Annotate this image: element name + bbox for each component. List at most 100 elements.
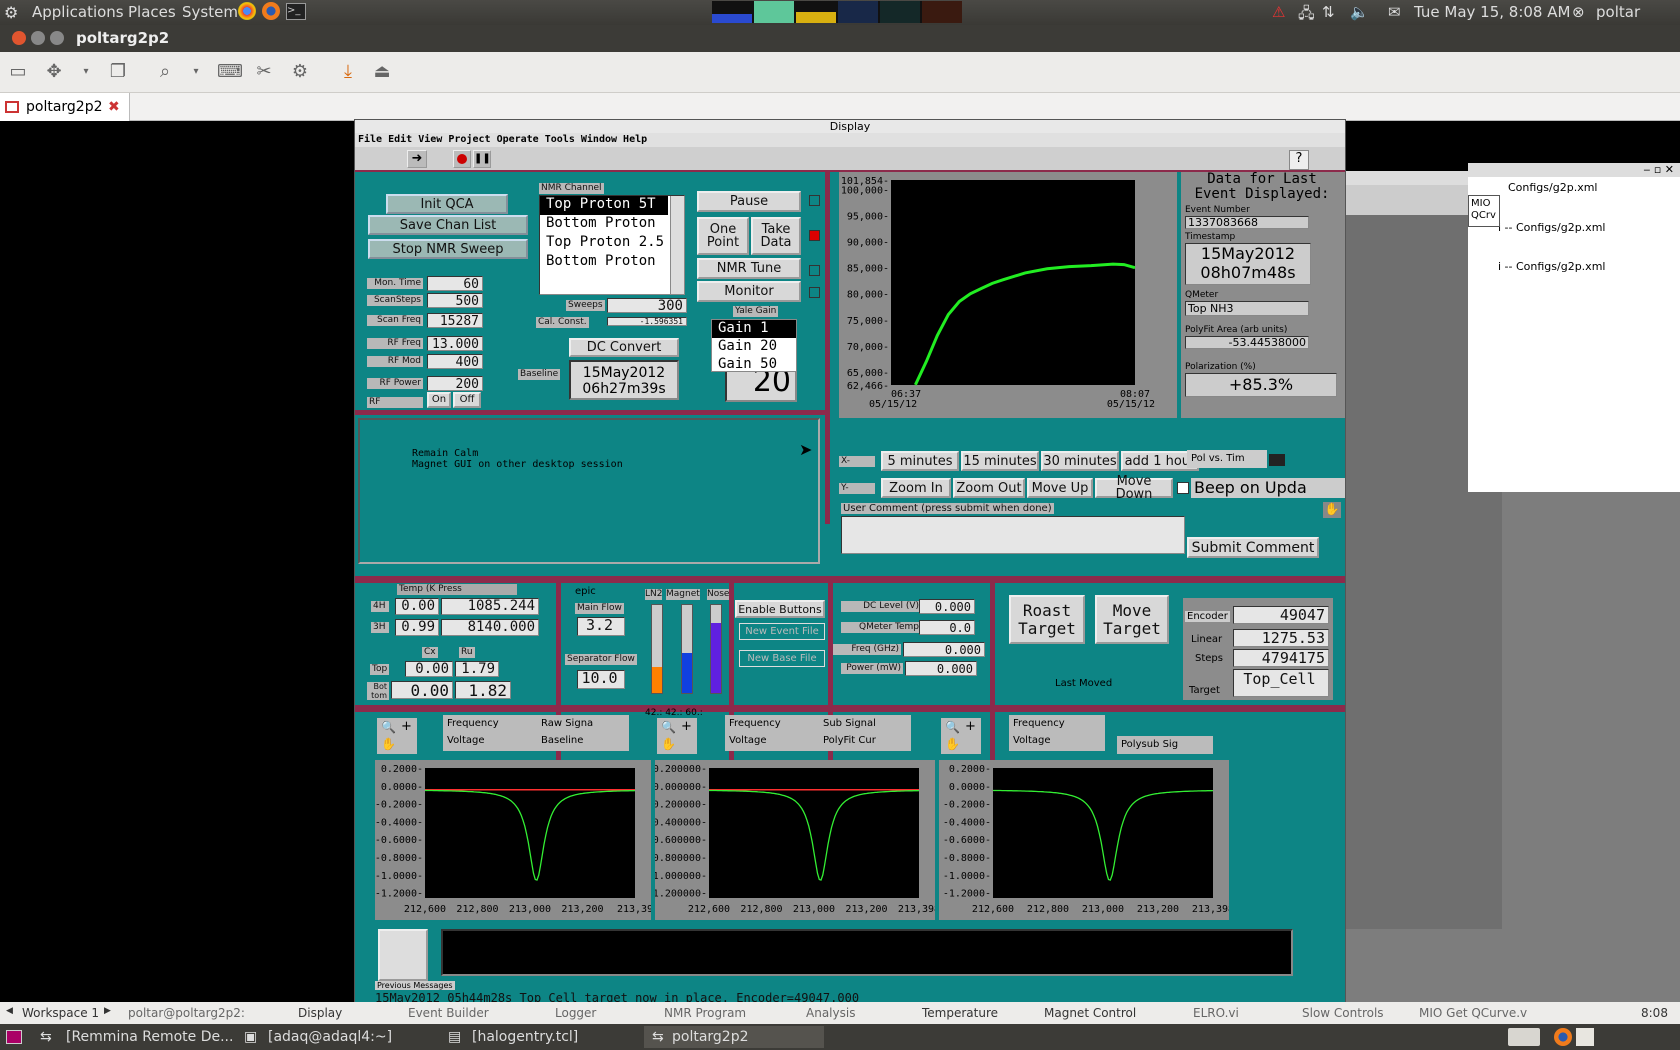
taskbar-item[interactable]: Logger	[555, 1006, 596, 1020]
axis-selector[interactable]: Frequency Voltage	[443, 715, 539, 751]
run-arrow-icon[interactable]: ➜	[407, 150, 427, 168]
x-5min-button[interactable]: 5 minutes	[881, 451, 959, 471]
beep-checkbox[interactable]	[1177, 482, 1189, 494]
submit-comment-button[interactable]: Submit Comment	[1187, 537, 1319, 558]
taskbar-item[interactable]: Temperature	[922, 1006, 998, 1020]
axis-selector[interactable]: Frequency Voltage	[725, 715, 821, 751]
move-target-button[interactable]: Move Target	[1095, 595, 1169, 644]
new-base-file-button[interactable]: New Base File	[739, 650, 825, 667]
close-icon[interactable]	[12, 31, 26, 45]
menu-operate[interactable]: Operate	[497, 134, 539, 145]
scrollbar[interactable]	[670, 196, 684, 294]
menu-help[interactable]: Help	[623, 134, 647, 145]
dc-convert-button[interactable]: DC Convert	[569, 338, 679, 357]
taskbar-item[interactable]: Magnet Control	[1044, 1006, 1136, 1020]
crosshair-icon[interactable]: +	[681, 719, 692, 734]
session-icon[interactable]: ⊗	[1572, 3, 1585, 21]
volume-icon[interactable]: 🔈	[1350, 3, 1369, 21]
scale-icon[interactable]: ❐	[108, 62, 128, 82]
plot-tools[interactable]: 🔍 + ✋	[377, 718, 417, 754]
help-icon[interactable]: ?	[1289, 150, 1309, 170]
plot-tools[interactable]: 🔍 + ✋	[657, 718, 697, 754]
disconnect-icon[interactable]: ⏏	[372, 62, 392, 82]
mio-qcrv-icon[interactable]: MIO QCrv	[1468, 195, 1500, 227]
rf-mod-field[interactable]: 400	[427, 354, 483, 370]
workspace-label[interactable]: Workspace 1	[22, 1006, 99, 1020]
active-task-button[interactable]: ⇆ poltarg2p2	[644, 1026, 824, 1048]
menu-window[interactable]: Window	[581, 134, 617, 145]
one-point-button[interactable]: One Point	[697, 217, 749, 255]
nmr-channel-list[interactable]: Top Proton 5T Bottom Proton Top Proton 2…	[539, 195, 685, 295]
hand-tool-icon[interactable]: ✋	[661, 737, 676, 751]
crosshair-icon[interactable]: +	[401, 719, 412, 734]
show-desktop-icon[interactable]	[6, 1030, 22, 1044]
minimize-icon[interactable]: ⤓	[338, 62, 358, 82]
task-button[interactable]: [halogentry.tcl]	[472, 1029, 578, 1045]
keyboard-icon[interactable]: ⌨	[217, 62, 243, 82]
list-item[interactable]: Gain 20	[712, 338, 796, 356]
list-item[interactable]: Gain 50	[712, 356, 796, 371]
user-menu[interactable]: poltar	[1596, 3, 1640, 21]
stop-nmr-sweep-button[interactable]: Stop NMR Sweep	[368, 239, 528, 259]
x-15min-button[interactable]: 15 minutes	[961, 451, 1039, 471]
firefox-icon[interactable]	[1554, 1028, 1572, 1046]
menu-project[interactable]: Project	[448, 134, 490, 145]
window-controls[interactable]: ‒ ▫ ✕	[1468, 163, 1680, 177]
axis-selector[interactable]: Frequency Voltage	[1009, 715, 1105, 751]
ws-right-icon[interactable]: ▶	[104, 1006, 111, 1016]
menu-file[interactable]: File	[358, 134, 382, 145]
rf-power-field[interactable]: 200	[427, 376, 483, 392]
nmr-tune-button[interactable]: NMR Tune	[697, 258, 801, 279]
menu-edit[interactable]: Edit	[388, 134, 412, 145]
clock[interactable]: Tue May 15, 8:08 AM	[1414, 3, 1570, 21]
ubuntu-logo-icon[interactable]: ⚙	[4, 3, 18, 22]
fit-window-icon[interactable]: ✥	[44, 62, 64, 82]
taskbar-item[interactable]: Display	[298, 1006, 342, 1020]
minimize-icon[interactable]	[31, 31, 45, 45]
maximize-icon[interactable]	[50, 31, 64, 45]
system-menu[interactable]: System	[182, 3, 238, 21]
tray-icon[interactable]	[1576, 1028, 1594, 1046]
task-button[interactable]: [Remmina Remote De...	[66, 1029, 233, 1045]
list-item[interactable]: Bottom Proton	[540, 215, 684, 234]
tray-icon[interactable]	[1508, 1028, 1540, 1046]
taskbar-item[interactable]: Analysis	[806, 1006, 855, 1020]
fullscreen-icon[interactable]: ▭	[8, 62, 28, 82]
tab-poltarg2p2[interactable]: poltarg2p2 ✖	[0, 93, 130, 121]
init-qca-button[interactable]: Init QCA	[386, 194, 508, 214]
monitor-button[interactable]: Monitor	[697, 281, 801, 302]
new-event-file-button[interactable]: New Event File	[739, 623, 825, 640]
yale-gain-list[interactable]: Gain 1 Gain 20 Gain 50	[711, 319, 797, 372]
list-item[interactable]: Gain 1	[712, 320, 796, 338]
scansteps-field[interactable]: 500	[427, 293, 483, 309]
taskbar-item[interactable]: Event Builder	[408, 1006, 489, 1020]
pause-icon[interactable]: ❚❚	[473, 150, 491, 168]
list-item[interactable]: Top Proton 5T	[540, 196, 668, 215]
taskbar-item[interactable]: NMR Program	[664, 1006, 746, 1020]
taskbar-item[interactable]: ELRO.vi	[1193, 1006, 1239, 1020]
pol-vs-time-selector[interactable]: Pol vs. Tim	[1187, 450, 1267, 468]
mon-time-field[interactable]: 60	[427, 276, 483, 292]
zoom-in-button[interactable]: Zoom In	[881, 478, 951, 498]
pause-button[interactable]: Pause	[697, 191, 801, 212]
chevron-down-icon[interactable]: ▾	[76, 62, 96, 82]
taskbar-item[interactable]: Slow Controls	[1302, 1006, 1384, 1020]
hand-tool-icon[interactable]: ✋	[381, 737, 396, 751]
zoom-icon[interactable]: 🔍	[945, 720, 960, 734]
places-menu[interactable]: Places	[128, 3, 176, 21]
preferences-icon[interactable]: ⚙	[290, 62, 310, 82]
rf-freq-field[interactable]: 13.000	[427, 336, 483, 352]
plot-tools[interactable]: 🔍 + ✋	[941, 718, 981, 754]
move-down-button[interactable]: Move Down	[1095, 475, 1173, 501]
tools-icon[interactable]: ✂	[254, 62, 274, 82]
zoom-icon[interactable]: 🔍	[381, 720, 396, 734]
firefox-icon[interactable]	[262, 2, 280, 20]
x-30min-button[interactable]: 30 minutes	[1041, 451, 1119, 471]
move-up-button[interactable]: Move Up	[1027, 478, 1093, 498]
grab-icon[interactable]: ⌕	[155, 62, 175, 82]
list-item[interactable]: Top Proton 2.5	[540, 234, 684, 253]
chevron-down-icon[interactable]: ▾	[186, 62, 206, 82]
abort-icon[interactable]	[453, 150, 471, 168]
list-item[interactable]: Bottom Proton	[540, 253, 684, 272]
terminal-icon[interactable]: >_	[286, 3, 306, 20]
